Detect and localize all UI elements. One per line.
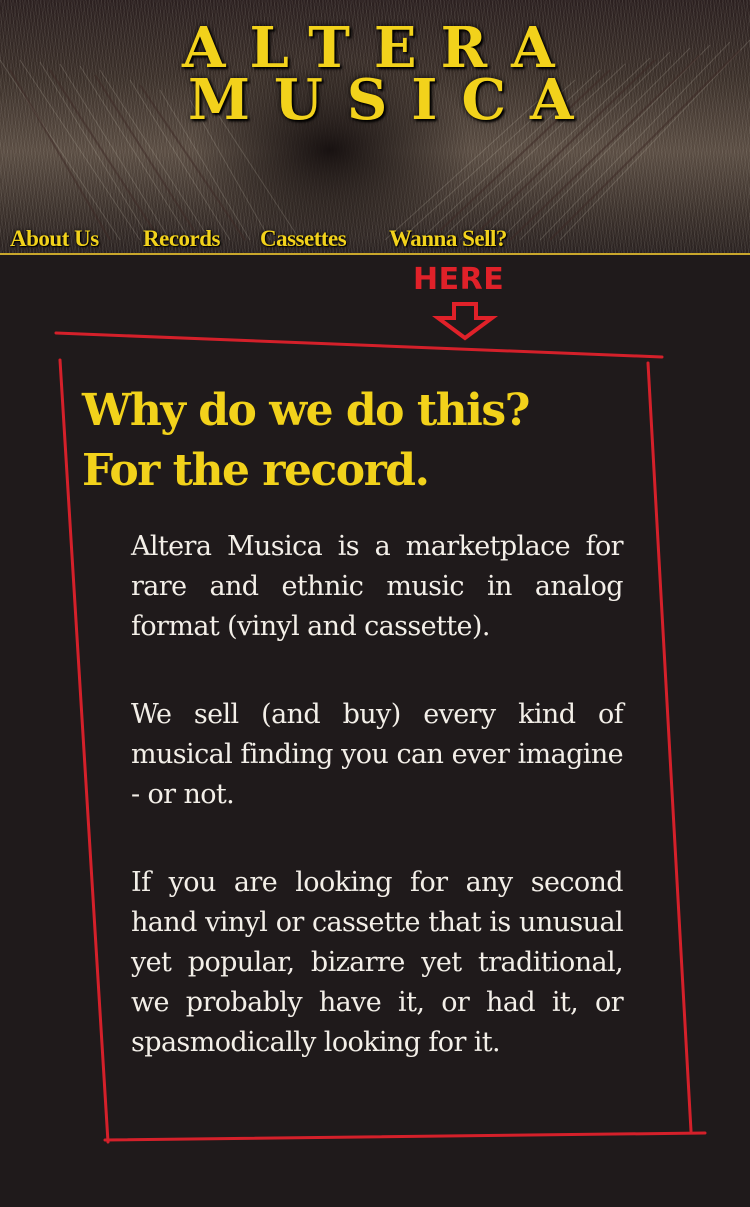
about-text: Altera Musica is a marketplace for rare … xyxy=(131,527,624,1111)
paragraph-marketplace: Altera Musica is a marketplace for rare … xyxy=(131,531,624,642)
heading-line-1: Why do we do this? xyxy=(82,385,530,436)
paragraph-buy-sell: We sell (and buy) every kind of musical … xyxy=(131,699,624,810)
paragraph-looking-for: If you are looking for any second hand v… xyxy=(131,867,624,1058)
page-heading: Why do we do this? For the record. xyxy=(82,381,642,501)
heading-line-2: For the record. xyxy=(82,445,430,496)
